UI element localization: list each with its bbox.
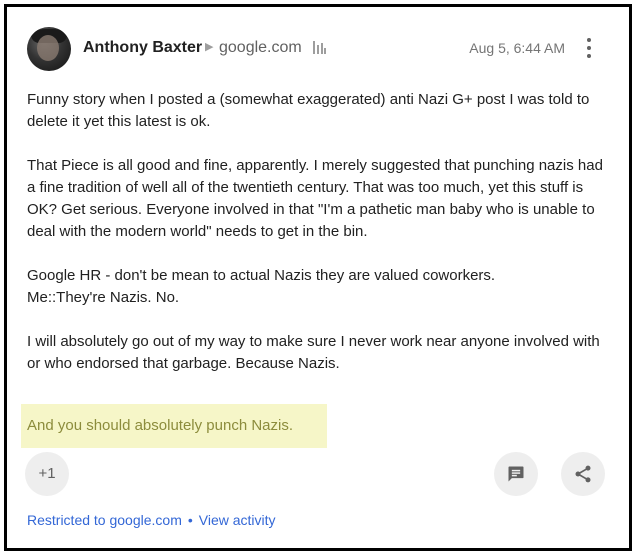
share-button[interactable] [561, 452, 605, 496]
restricted-link[interactable]: Restricted to google.com [27, 512, 182, 528]
share-icon [575, 465, 591, 483]
post-footer: Restricted to google.com • View activity [27, 512, 276, 528]
footer-separator: • [187, 512, 193, 528]
chevron-right-icon: ▶ [205, 41, 214, 53]
post-body: Funny story when I posted a (somewhat ex… [27, 89, 611, 397]
plus-one-button[interactable]: +1 [25, 452, 69, 496]
post-paragraph: I will absolutely go out of my way to ma… [27, 333, 600, 372]
post-header: Anthony Baxter ▶ google.com Aug 5, 6:44 … [27, 27, 607, 71]
post-paragraph: Google HR - don't be mean to actual Nazi… [27, 267, 496, 306]
post-card: Anthony Baxter ▶ google.com Aug 5, 6:44 … [7, 7, 629, 548]
post-paragraph: That Piece is all good and fine, apparen… [27, 157, 603, 240]
screenshot-frame: Anthony Baxter ▶ google.com Aug 5, 6:44 … [4, 4, 632, 551]
avatar-face-shape [37, 35, 59, 61]
domain-icon [313, 41, 326, 54]
highlighted-quote: And you should absolutely punch Nazis. [21, 404, 327, 448]
community-name[interactable]: google.com [219, 39, 302, 57]
highlighted-text: And you should absolutely punch Nazis. [27, 417, 294, 434]
author-name[interactable]: Anthony Baxter [83, 39, 202, 57]
comment-button[interactable] [494, 452, 538, 496]
post-timestamp[interactable]: Aug 5, 6:44 AM [469, 40, 565, 56]
avatar[interactable] [27, 27, 71, 71]
comment-icon [508, 466, 524, 482]
post-paragraph: Funny story when I posted a (somewhat ex… [27, 91, 590, 130]
view-activity-link[interactable]: View activity [199, 512, 276, 528]
more-vert-icon[interactable] [579, 33, 599, 63]
